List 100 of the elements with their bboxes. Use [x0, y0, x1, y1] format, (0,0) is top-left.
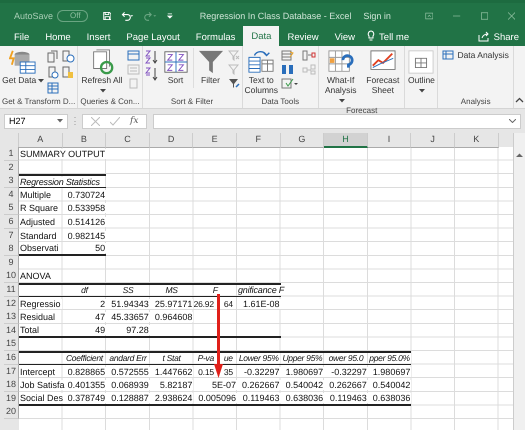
- column-header[interactable]: F: [236, 133, 281, 148]
- column-header[interactable]: D: [150, 133, 194, 148]
- save-icon[interactable]: [102, 10, 112, 22]
- maximize-icon[interactable]: [480, 10, 488, 20]
- column-header[interactable]: C: [106, 133, 150, 148]
- enter-icon: [110, 116, 120, 126]
- name-box[interactable]: H27: [4, 114, 68, 128]
- table-cell: 2: [99, 298, 106, 309]
- share-button[interactable]: Share: [494, 32, 519, 46]
- insert-function-button[interactable]: fx: [130, 116, 138, 126]
- ribbon-button[interactable]: Outline: [407, 48, 436, 96]
- collapse-ribbon-icon[interactable]: [514, 97, 524, 103]
- row-header[interactable]: 19: [4, 392, 19, 406]
- row-header[interactable]: 16: [4, 350, 19, 365]
- table-cell: pper 95.0%: [368, 353, 411, 364]
- ribbon-button[interactable]: Refresh All: [80, 48, 124, 96]
- row-header[interactable]: 17: [4, 364, 19, 378]
- row-header[interactable]: 11: [4, 282, 19, 297]
- column-header[interactable]: E: [193, 133, 237, 148]
- table-cell: 1.61E-08: [242, 298, 281, 309]
- sort-ascending-icon[interactable]: [144, 50, 158, 64]
- ribbon-tab[interactable]: Review: [279, 28, 327, 46]
- cancel-icon: [91, 116, 100, 126]
- close-icon[interactable]: [508, 10, 515, 20]
- row-header[interactable]: 1: [4, 147, 19, 161]
- table-cell: Coefficient: [64, 353, 104, 364]
- share-icon[interactable]: [478, 31, 490, 42]
- validation-icon[interactable]: [281, 78, 300, 89]
- flash-fill-icon[interactable]: [281, 50, 294, 61]
- row-header[interactable]: 12: [4, 296, 19, 311]
- ribbon-tab[interactable]: View: [326, 28, 364, 46]
- expand-icon[interactable]: [509, 119, 516, 123]
- customize-icon[interactable]: [167, 12, 173, 20]
- scroll-up-icon[interactable]: [516, 153, 523, 158]
- row-header[interactable]: 18: [4, 378, 19, 392]
- table-cell: 5.82187: [158, 380, 194, 390]
- sort-icon: [162, 49, 190, 75]
- ribbon-button[interactable]: Sort: [162, 48, 190, 86]
- table-icon[interactable]: [126, 50, 140, 61]
- row-header[interactable]: 13: [4, 310, 19, 324]
- column-header[interactable]: B: [62, 133, 106, 148]
- table-cell: F: [212, 285, 219, 296]
- table-icon: [442, 50, 454, 60]
- what-if-icon: [326, 49, 355, 75]
- ribbon-button[interactable]: Text to Columns: [244, 48, 278, 96]
- ribbon-button[interactable]: Forecast Sheet: [363, 48, 402, 96]
- lightbulb-icon: [367, 30, 376, 42]
- ribbon-tab[interactable]: File: [6, 28, 38, 46]
- ribbon-tab[interactable]: Page Layout: [118, 28, 188, 46]
- table-cell: 0.514126: [66, 216, 106, 227]
- column-header[interactable]: A: [19, 133, 63, 148]
- document-icon[interactable]: [47, 66, 60, 79]
- column-header[interactable]: I: [368, 133, 412, 148]
- table-cell: Total: [19, 324, 40, 335]
- document-icon[interactable]: [47, 50, 60, 63]
- row-header[interactable]: 6: [4, 214, 19, 229]
- document-icon[interactable]: [62, 66, 74, 79]
- table-cell: 0.638036: [284, 392, 324, 403]
- caret-icon[interactable]: [57, 119, 63, 123]
- table-cell: 0.262667: [241, 380, 281, 390]
- sign-in-link[interactable]: Sign in: [363, 10, 391, 20]
- row-header[interactable]: 20: [4, 405, 19, 420]
- ribbon-button[interactable]: What-If Analysis: [321, 48, 360, 106]
- advanced-filter-icon[interactable]: [228, 78, 240, 89]
- consolidate-icon[interactable]: [302, 50, 316, 61]
- table-cell: Residual: [19, 312, 56, 322]
- undo-icon[interactable]: [121, 10, 134, 22]
- row-header[interactable]: 10: [4, 269, 19, 284]
- tell-me-field[interactable]: Tell me: [379, 32, 410, 46]
- ribbon-button[interactable]: Get Data: [2, 48, 44, 86]
- sort-descending-icon[interactable]: [144, 67, 158, 81]
- row-header[interactable]: 14: [4, 324, 19, 338]
- table-cell: Upper 95%: [281, 353, 324, 364]
- vertical-scrollbar[interactable]: [513, 133, 525, 430]
- ribbon-tab[interactable]: Home: [37, 28, 79, 46]
- column-header[interactable]: J: [411, 133, 455, 148]
- table-cell: SS: [122, 285, 134, 296]
- group-label: Data Tools: [260, 97, 300, 108]
- table-cell: 0.119463: [242, 392, 281, 403]
- table-cell-text: 0.15 35: [197, 366, 234, 376]
- data-analysis-button[interactable]: Data Analysis: [440, 48, 511, 62]
- row-header[interactable]: 8: [4, 242, 19, 256]
- row-header[interactable]: 5: [4, 201, 19, 216]
- table-cell: 0.005096: [197, 392, 237, 403]
- row-header[interactable]: 3: [4, 174, 19, 188]
- table-cell: 51.94343: [110, 298, 150, 309]
- table-cell: t Stat: [162, 353, 182, 364]
- ribbon-tab[interactable]: Formulas: [188, 28, 244, 46]
- row-header[interactable]: 15: [4, 337, 19, 352]
- ribbon-button[interactable]: Filter: [196, 48, 224, 86]
- remove-duplicates-icon[interactable]: [281, 64, 294, 75]
- ribbon-tab[interactable]: Data: [243, 26, 280, 46]
- table-icon[interactable]: [47, 82, 60, 94]
- column-header[interactable]: K: [454, 133, 499, 148]
- formula-field[interactable]: [153, 114, 521, 128]
- ribbon-tab[interactable]: Insert: [78, 28, 118, 46]
- table-cell: Social Des: [19, 392, 64, 403]
- ribbon-display-icon[interactable]: [424, 10, 434, 20]
- column-header[interactable]: H: [324, 133, 368, 148]
- table-cell: 0.572555: [110, 366, 150, 376]
